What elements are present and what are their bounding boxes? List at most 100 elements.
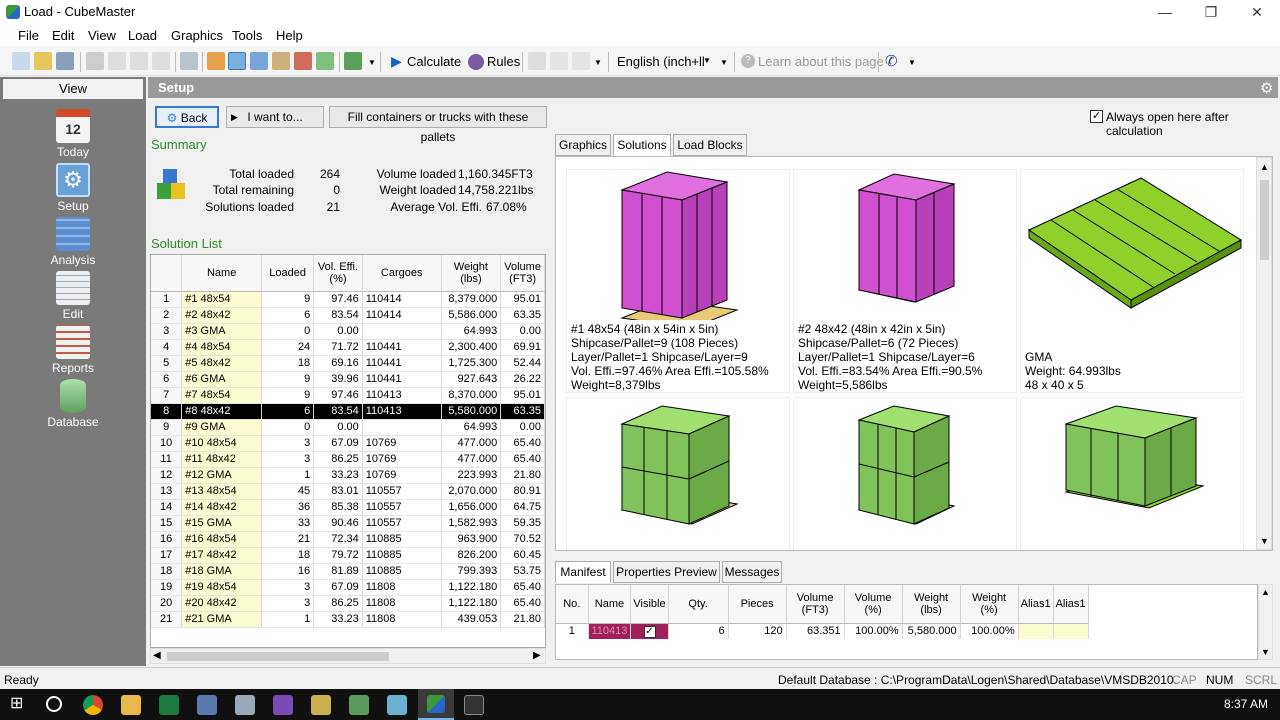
nav-item-analysis[interactable]: Analysis [0, 217, 146, 271]
solution-row[interactable]: 14 #14 48x42 36 85.38 110557 1,656.000 64.75 [151, 499, 545, 516]
manifest-row[interactable]: 1 110413 ✓ 6 120 63.351 100.00% 5,580.00… [556, 623, 1089, 639]
app-icon[interactable] [311, 695, 331, 715]
close-button[interactable]: ✕ [1234, 0, 1280, 24]
solution-row[interactable]: 2 #2 48x42 6 83.54 110414 5,586.000 63.35 [151, 307, 545, 324]
menu-load[interactable]: Load [128, 28, 157, 43]
tab-messages[interactable]: Messages [722, 561, 782, 583]
scroll-down-icon[interactable]: ▼ [1261, 647, 1270, 657]
calculate-button[interactable]: Calculate [407, 54, 461, 69]
tab-load-blocks[interactable]: Load Blocks [673, 134, 747, 156]
paste-icon[interactable] [152, 52, 170, 70]
back-button[interactable]: ⚙ Back [155, 106, 219, 128]
tab-properties-preview[interactable]: Properties Preview [613, 561, 720, 583]
chrome-icon[interactable] [83, 695, 103, 715]
scroll-up-icon[interactable]: ▲ [1260, 162, 1269, 172]
solution-card[interactable]: #1 48x54 (48in x 54in x 5in) Shipcase/Pal… [566, 169, 790, 393]
solution-row[interactable]: 13 #13 48x54 45 83.01 110557 2,070.000 80.91 [151, 483, 545, 500]
tab-solutions[interactable]: Solutions [613, 134, 671, 156]
cell-alias1[interactable] [1053, 623, 1089, 639]
col-header-no[interactable]: No. [556, 585, 589, 624]
col-header-volume[interactable]: Volume (FT3) [786, 585, 845, 624]
menu-file[interactable]: File [18, 28, 39, 43]
solution-row[interactable]: 11 #11 48x42 3 86.25 10769 477.000 65.40 [151, 451, 545, 468]
edit-icon[interactable] [272, 52, 290, 70]
solution-row[interactable]: 12 #12 GMA 1 33.23 10769 223.993 21.80 [151, 467, 545, 484]
col-header-weight-pct[interactable]: Weight (%) [960, 585, 1019, 624]
scroll-up-icon[interactable]: ▲ [1261, 587, 1270, 597]
nav-item-setup[interactable]: ⚙ Setup [0, 163, 146, 217]
solution-row[interactable]: 8 #8 48x42 6 83.54 110413 5,580.000 63.35 [151, 403, 545, 420]
reports-icon[interactable] [294, 52, 312, 70]
solution-card[interactable]: #2 48x42 (48in x 42in x 5in) Shipcase/Pal… [793, 169, 1017, 393]
solution-row[interactable]: 19 #19 48x54 3 67.09 11808 1,122.180 65.40 [151, 579, 545, 596]
new-icon[interactable] [12, 52, 30, 70]
visible-checkbox[interactable]: ✓ [643, 625, 656, 638]
minimize-button[interactable]: — [1142, 0, 1188, 24]
col-header-visible[interactable]: Visible [630, 585, 669, 624]
manifest-grid[interactable]: No. Name Visible Qty. Pieces Volume (FT3… [555, 584, 1258, 660]
scroll-down-icon[interactable]: ▼ [1260, 536, 1269, 546]
language-select[interactable]: English (inch+ll [617, 54, 705, 69]
solution-card[interactable] [1020, 397, 1244, 550]
i-want-to-button[interactable]: ▶ I want to... [226, 106, 324, 128]
rules-button[interactable]: Rules [487, 54, 520, 69]
col-header-name[interactable]: Name [588, 585, 632, 624]
visual-studio-icon[interactable] [273, 695, 293, 715]
solution-row[interactable]: 10 #10 48x54 3 67.09 10769 477.000 65.40 [151, 435, 545, 452]
tab-graphics[interactable]: Graphics [555, 134, 611, 156]
today-icon[interactable] [207, 52, 225, 70]
arrange-icon[interactable] [572, 52, 590, 70]
save-icon[interactable] [56, 52, 74, 70]
col-header-weight[interactable]: Weight (lbs) [441, 255, 502, 292]
col-header-volume-pct[interactable]: Volume (%) [844, 585, 903, 624]
cubemaster-taskbar-button[interactable] [418, 689, 454, 720]
solution-row[interactable]: 1 #1 48x54 9 97.46 110414 8,379.000 95.01 [151, 291, 545, 308]
cortana-icon[interactable] [46, 696, 62, 712]
database-icon[interactable] [316, 52, 334, 70]
app-icon[interactable] [387, 695, 407, 715]
nav-item-today[interactable]: 12 Today [0, 109, 146, 163]
col-header-volume[interactable]: Volume (FT3) [500, 255, 545, 292]
vertical-scrollbar[interactable]: ▲ ▼ [1256, 157, 1272, 550]
delete-icon[interactable] [108, 52, 126, 70]
always-open-checkbox[interactable]: ✓ [1090, 110, 1103, 123]
dropdown-arrow-icon[interactable]: ▼ [594, 58, 602, 67]
col-header-alias1[interactable]: Alias1 [1053, 585, 1089, 624]
scroll-thumb[interactable] [167, 652, 389, 661]
solution-row[interactable]: 3 #3 GMA 0 0.00 64.993 0.00 [151, 323, 545, 340]
solution-row[interactable]: 17 #17 48x42 18 79.72 110885 826.200 60.45 [151, 547, 545, 564]
file-explorer-icon[interactable] [121, 695, 141, 715]
scroll-thumb[interactable] [1260, 180, 1269, 260]
tab-manifest[interactable]: Manifest [555, 561, 611, 583]
col-header-cargoes[interactable]: Cargoes [362, 255, 442, 292]
calculator-icon[interactable] [464, 695, 484, 715]
dropdown-arrow-icon[interactable]: ▼ [908, 58, 916, 67]
solution-row[interactable]: 16 #16 48x54 21 72.34 110885 963.900 70.52 [151, 531, 545, 548]
solution-row[interactable]: 21 #21 GMA 1 33.23 11808 439.053 21.80 [151, 611, 545, 628]
solution-row[interactable]: 15 #15 GMA 33 90.46 110557 1,582.993 59.35 [151, 515, 545, 532]
menu-view[interactable]: View [88, 28, 116, 43]
solution-row[interactable]: 4 #4 48x54 24 71.72 110441 2,300.400 69.91 [151, 339, 545, 356]
chevron-down-icon[interactable]: ▼ [703, 56, 711, 65]
menu-graphics[interactable]: Graphics [171, 28, 223, 43]
manifest-vertical-scrollbar[interactable]: ▲ ▼ [1258, 584, 1273, 660]
nav-item-edit[interactable]: Edit [0, 271, 146, 325]
excel-icon[interactable] [159, 695, 179, 715]
windows-start-icon[interactable]: ⊞ [10, 695, 28, 713]
menu-help[interactable]: Help [276, 28, 303, 43]
col-header-alias1[interactable]: Alias1 [1018, 585, 1054, 624]
copy-icon[interactable] [130, 52, 148, 70]
load-icon[interactable] [528, 52, 546, 70]
scroll-left-icon[interactable]: ◀ [153, 650, 161, 661]
phone-icon[interactable]: ✆ [885, 52, 898, 70]
maximize-button[interactable]: ❐ [1188, 0, 1234, 24]
nav-item-reports[interactable]: Reports [0, 325, 146, 379]
solution-row[interactable]: 9 #9 GMA 0 0.00 64.993 0.00 [151, 419, 545, 436]
solution-grid[interactable]: Name Loaded Vol. Effi. (%) Cargoes Weigh… [150, 254, 546, 648]
refresh-icon[interactable] [344, 52, 362, 70]
dropdown-arrow-icon[interactable]: ▼ [368, 58, 376, 67]
solution-row[interactable]: 7 #7 48x54 9 97.46 110413 8,370.000 95.01 [151, 387, 545, 404]
cut-icon[interactable] [86, 52, 104, 70]
settings-gear-icon[interactable]: ⚙ [1260, 79, 1273, 97]
solution-card[interactable] [793, 397, 1017, 550]
